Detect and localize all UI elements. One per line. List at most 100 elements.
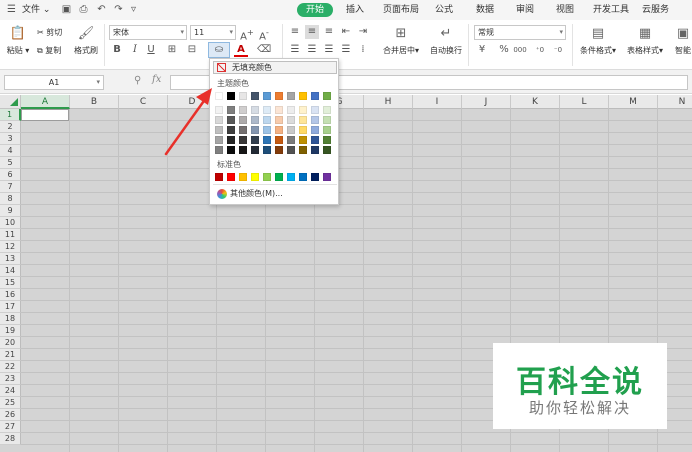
- fill-color-icon[interactable]: ⛀: [208, 42, 230, 58]
- column-header-k[interactable]: K: [511, 95, 560, 109]
- theme-shade-swatch[interactable]: [299, 146, 307, 154]
- row-header-16[interactable]: 16: [0, 289, 21, 301]
- font-name-select[interactable]: 宋体 ▾: [109, 25, 187, 40]
- theme-shade-swatch[interactable]: [323, 106, 331, 114]
- theme-shade-swatch[interactable]: [323, 126, 331, 134]
- align-center-icon[interactable]: ☰: [305, 43, 319, 57]
- theme-shade-swatch[interactable]: [227, 136, 235, 144]
- theme-shade-swatch[interactable]: [311, 116, 319, 124]
- theme-shade-swatch[interactable]: [227, 126, 235, 134]
- theme-shade-swatch[interactable]: [323, 136, 331, 144]
- conditional-format-button[interactable]: ▤ 条件格式▾: [577, 26, 619, 56]
- increase-decimal-icon[interactable]: ⁺0: [533, 43, 547, 57]
- thousands-button[interactable]: 000: [513, 43, 527, 57]
- theme-color-swatch[interactable]: [287, 92, 295, 100]
- name-box[interactable]: A1 ▾: [4, 75, 104, 90]
- standard-color-swatch[interactable]: [311, 173, 319, 181]
- theme-shade-swatch[interactable]: [263, 146, 271, 154]
- font-color-button[interactable]: A: [234, 43, 248, 57]
- hamburger-icon[interactable]: ☰: [6, 4, 17, 15]
- standard-color-swatch[interactable]: [227, 173, 235, 181]
- theme-shade-swatch[interactable]: [251, 136, 259, 144]
- theme-shade-swatch[interactable]: [311, 146, 319, 154]
- theme-shade-swatch[interactable]: [263, 106, 271, 114]
- theme-shade-swatch[interactable]: [299, 116, 307, 124]
- decrease-font-icon[interactable]: A-: [257, 25, 271, 42]
- align-bottom-icon[interactable]: ≡: [322, 25, 336, 39]
- quick-access-dropdown-icon[interactable]: ▿: [128, 4, 139, 15]
- theme-shade-swatch[interactable]: [227, 106, 235, 114]
- column-header-i[interactable]: I: [413, 95, 462, 109]
- theme-shade-swatch[interactable]: [323, 116, 331, 124]
- theme-shade-swatch[interactable]: [263, 126, 271, 134]
- row-header-13[interactable]: 13: [0, 253, 21, 265]
- row-header-5[interactable]: 5: [0, 157, 21, 169]
- column-header-h[interactable]: H: [364, 95, 413, 109]
- theme-shade-swatch[interactable]: [215, 136, 223, 144]
- theme-shade-swatch[interactable]: [287, 116, 295, 124]
- more-colors-option[interactable]: 其他颜色(M)...: [217, 189, 283, 199]
- align-top-icon[interactable]: ≡: [288, 25, 302, 39]
- row-header-24[interactable]: 24: [0, 385, 21, 397]
- theme-shade-swatch[interactable]: [287, 136, 295, 144]
- standard-color-swatch[interactable]: [275, 173, 283, 181]
- theme-shade-swatch[interactable]: [239, 116, 247, 124]
- row-header-7[interactable]: 7: [0, 181, 21, 193]
- row-header-2[interactable]: 2: [0, 121, 21, 133]
- row-header-9[interactable]: 9: [0, 205, 21, 217]
- theme-shade-swatch[interactable]: [263, 136, 271, 144]
- theme-shade-swatch[interactable]: [263, 116, 271, 124]
- standard-color-swatch[interactable]: [323, 173, 331, 181]
- indent-increase-icon[interactable]: ⇥: [356, 25, 370, 39]
- font-size-select[interactable]: 11 ▾: [190, 25, 236, 40]
- theme-shade-swatch[interactable]: [287, 126, 295, 134]
- theme-shade-swatch[interactable]: [215, 126, 223, 134]
- row-header-26[interactable]: 26: [0, 409, 21, 421]
- tab-page-layout[interactable]: 页面布局: [383, 3, 419, 17]
- standard-color-swatch[interactable]: [287, 173, 295, 181]
- row-header-14[interactable]: 14: [0, 265, 21, 277]
- column-header-c[interactable]: C: [119, 95, 168, 109]
- tab-cloud[interactable]: 云服务: [642, 3, 669, 17]
- theme-shade-swatch[interactable]: [275, 126, 283, 134]
- row-header-18[interactable]: 18: [0, 313, 21, 325]
- theme-color-swatch[interactable]: [311, 92, 319, 100]
- column-header-b[interactable]: B: [70, 95, 119, 109]
- theme-shade-swatch[interactable]: [251, 126, 259, 134]
- theme-shade-swatch[interactable]: [251, 106, 259, 114]
- row-header-20[interactable]: 20: [0, 337, 21, 349]
- standard-color-swatch[interactable]: [251, 173, 259, 181]
- theme-shade-swatch[interactable]: [299, 106, 307, 114]
- theme-shade-swatch[interactable]: [239, 106, 247, 114]
- tab-data[interactable]: 数据: [476, 3, 494, 17]
- theme-shade-swatch[interactable]: [239, 136, 247, 144]
- theme-shade-swatch[interactable]: [239, 146, 247, 154]
- indent-decrease-icon[interactable]: ⇤: [339, 25, 353, 39]
- row-header-10[interactable]: 10: [0, 217, 21, 229]
- paste-button[interactable]: 📋 粘贴 ▾: [4, 26, 32, 56]
- decrease-decimal-icon[interactable]: ⁻0: [551, 43, 565, 57]
- save-icon[interactable]: ▣: [61, 4, 72, 15]
- theme-shade-swatch[interactable]: [215, 106, 223, 114]
- row-header-21[interactable]: 21: [0, 349, 21, 361]
- tab-formulas[interactable]: 公式: [435, 3, 453, 17]
- theme-color-swatch[interactable]: [215, 92, 223, 100]
- theme-shade-swatch[interactable]: [275, 116, 283, 124]
- file-menu[interactable]: 文件 ⌄: [22, 3, 50, 17]
- no-fill-option[interactable]: 无填充颜色: [213, 61, 337, 74]
- theme-shade-swatch[interactable]: [275, 146, 283, 154]
- underline-button[interactable]: U: [144, 43, 158, 57]
- theme-shade-swatch[interactable]: [227, 146, 235, 154]
- theme-shade-swatch[interactable]: [311, 136, 319, 144]
- wrap-text-button[interactable]: ↵ 自动换行: [428, 26, 464, 56]
- column-header-n[interactable]: N: [658, 95, 692, 109]
- merge-border-icon[interactable]: ⊟: [185, 43, 199, 57]
- standard-color-swatch[interactable]: [263, 173, 271, 181]
- theme-shade-swatch[interactable]: [299, 136, 307, 144]
- justify-icon[interactable]: ☰: [339, 43, 353, 57]
- format-painter-button[interactable]: 🖌 格式刷: [72, 26, 100, 56]
- tab-view[interactable]: 视图: [556, 3, 574, 17]
- standard-color-swatch[interactable]: [239, 173, 247, 181]
- theme-shade-swatch[interactable]: [275, 136, 283, 144]
- theme-color-swatch[interactable]: [239, 92, 247, 100]
